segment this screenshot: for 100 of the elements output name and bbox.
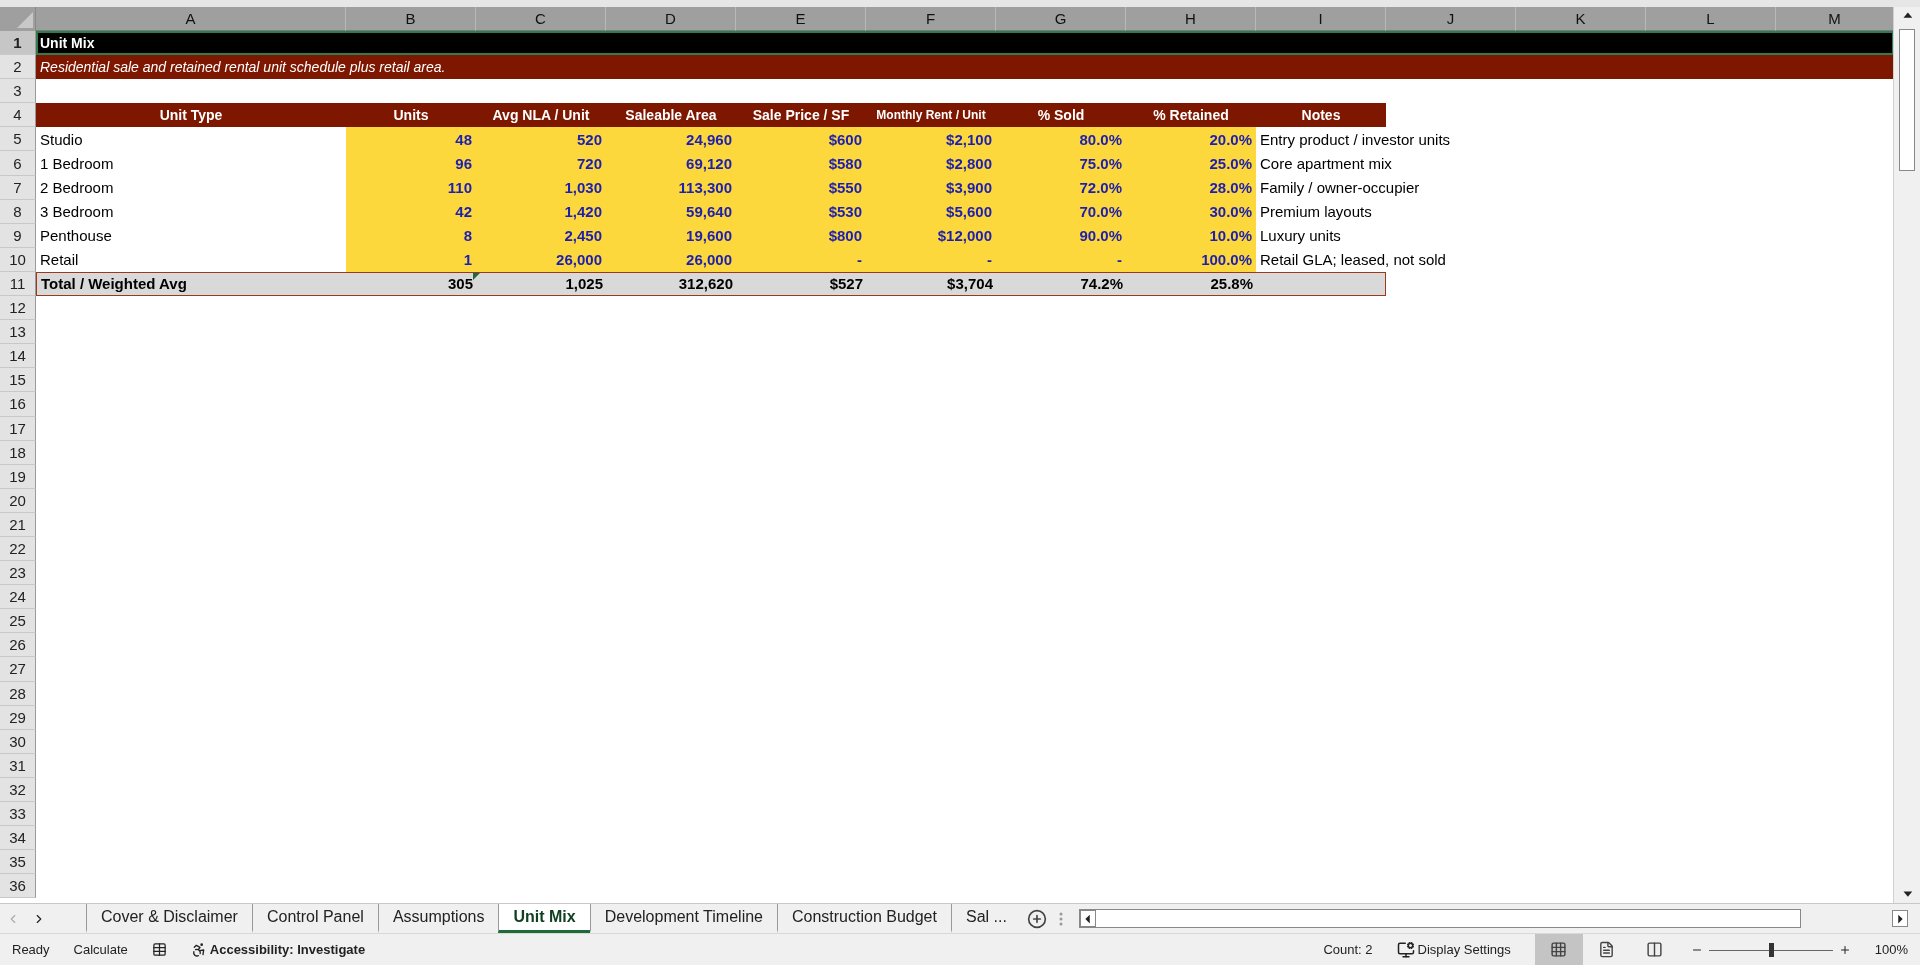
table-cell: $2,800: [866, 151, 996, 176]
table-cell-text: Premium layouts: [1259, 202, 1373, 223]
table-cell: $550: [736, 175, 866, 200]
column-heading: Monthly Rent / Unit: [866, 103, 996, 128]
table-cell-text: Entry product / investor units: [1259, 129, 1452, 150]
table-cell: $600: [736, 127, 866, 152]
table-cell: 90.0%: [996, 223, 1126, 248]
table-cell: 30.0%: [1126, 199, 1256, 224]
row-number[interactable]: 7: [0, 175, 36, 200]
table-cell: $530: [736, 199, 866, 224]
row-number[interactable]: 35: [0, 850, 36, 875]
accessibility-button[interactable]: Accessibility: Investigate: [178, 941, 378, 958]
display-settings-button[interactable]: Display Settings: [1384, 940, 1523, 959]
table-cell: 305: [347, 272, 477, 296]
row-number[interactable]: 23: [0, 561, 36, 586]
row-number[interactable]: 25: [0, 609, 36, 634]
row-number[interactable]: 13: [0, 320, 36, 345]
table-cell: 8: [346, 223, 476, 248]
column-heading: Sale Price / SF: [736, 103, 866, 128]
table-cell-text: 2 Bedroom: [39, 178, 115, 199]
zoom-thumb[interactable]: [1768, 942, 1774, 957]
row-number[interactable]: 36: [0, 874, 36, 899]
table-cell: 25.0%: [1126, 151, 1256, 176]
row-number[interactable]: 34: [0, 826, 36, 851]
row-number[interactable]: 24: [0, 585, 36, 610]
column-heading: % Retained: [1126, 103, 1256, 128]
horizontal-scrollbar[interactable]: [1078, 909, 1801, 928]
table-cell-text: 3 Bedroom: [39, 202, 115, 223]
table-cell: 42: [346, 199, 476, 224]
page-layout-view-icon: [1598, 941, 1616, 958]
row-number[interactable]: 3: [0, 79, 36, 104]
table-cell-text: 25.8%: [1209, 274, 1254, 295]
row-number[interactable]: 20: [0, 488, 36, 513]
vertical-scrollbar[interactable]: [1893, 7, 1920, 903]
row-number[interactable]: 31: [0, 753, 36, 778]
table-cell: 72.0%: [996, 175, 1126, 200]
count-readout: Count: 2: [1322, 942, 1374, 957]
row-number[interactable]: 5: [0, 127, 36, 152]
row-number[interactable]: 15: [0, 368, 36, 393]
plus-icon: [1838, 943, 1851, 956]
row-number[interactable]: 30: [0, 729, 36, 754]
table-cell: 26,000: [476, 247, 606, 272]
row-number[interactable]: 8: [0, 199, 36, 224]
scroll-thumb[interactable]: [1899, 29, 1915, 171]
row-number[interactable]: 10: [0, 247, 36, 272]
table-cell-text: $3,704: [946, 274, 994, 295]
table-cell: -: [866, 247, 996, 272]
row-number[interactable]: 9: [0, 223, 36, 248]
row-number[interactable]: 19: [0, 464, 36, 489]
table-cell: 110: [346, 175, 476, 200]
row-number[interactable]: 1: [0, 31, 36, 56]
row-number[interactable]: 4: [0, 103, 36, 128]
row-number[interactable]: 2: [0, 55, 36, 80]
table-cell: $580: [736, 151, 866, 176]
table-cell: 720: [476, 151, 606, 176]
row-number[interactable]: 14: [0, 344, 36, 369]
table-cell: $5,600: [866, 199, 996, 224]
accessibility-icon: [190, 941, 207, 958]
row-number[interactable]: 29: [0, 705, 36, 730]
sheet-tab[interactable]: Unit Mix: [498, 904, 590, 933]
table-cell: 75.0%: [996, 151, 1126, 176]
table-cell: -: [736, 247, 866, 272]
table-cell: 2,450: [476, 223, 606, 248]
table-cell: 19,600: [606, 223, 736, 248]
row-number[interactable]: 21: [0, 512, 36, 537]
vertical-dots-icon: [1058, 911, 1063, 926]
table-cell: 113,300: [606, 175, 736, 200]
row-number[interactable]: 26: [0, 633, 36, 658]
table-cell: 69,120: [606, 151, 736, 176]
row-number[interactable]: 27: [0, 657, 36, 682]
table-cell: 28.0%: [1126, 175, 1256, 200]
error-indicator-icon: [473, 272, 480, 280]
column-heading: Units: [346, 103, 476, 128]
row-number[interactable]: 28: [0, 681, 36, 706]
table-cell-text: 74.2%: [1079, 274, 1124, 295]
row-number[interactable]: 6: [0, 151, 36, 176]
table-cell: 10.0%: [1126, 223, 1256, 248]
table-cell-text: Retail: [39, 250, 80, 271]
table-cell: $3,900: [866, 175, 996, 200]
table-icon: [151, 942, 167, 957]
table-cell: 20.0%: [1126, 127, 1256, 152]
row-number[interactable]: 17: [0, 416, 36, 441]
normal-view-button[interactable]: [1534, 934, 1583, 965]
row-number[interactable]: 16: [0, 392, 36, 417]
table-cell: 1,420: [476, 199, 606, 224]
row-number[interactable]: 18: [0, 440, 36, 465]
calculate-button[interactable]: Calculate: [61, 942, 140, 957]
row-number[interactable]: 12: [0, 296, 36, 321]
table-cell-text: Retail GLA; leased, not sold: [1259, 250, 1447, 271]
zoom-level: 100%: [1873, 942, 1909, 957]
table-cell: 26,000: [606, 247, 736, 272]
table-cell-text: 1,025: [564, 274, 604, 295]
row-number[interactable]: 33: [0, 802, 36, 827]
table-cell-text: Family / owner-occupier: [1259, 178, 1421, 199]
table-cell-text: Penthouse: [39, 226, 113, 247]
row-number[interactable]: 11: [0, 271, 36, 297]
table-cell: 1,030: [476, 175, 606, 200]
row-number[interactable]: 22: [0, 536, 36, 562]
row-number[interactable]: 32: [0, 777, 36, 802]
table-cell: 48: [346, 127, 476, 152]
